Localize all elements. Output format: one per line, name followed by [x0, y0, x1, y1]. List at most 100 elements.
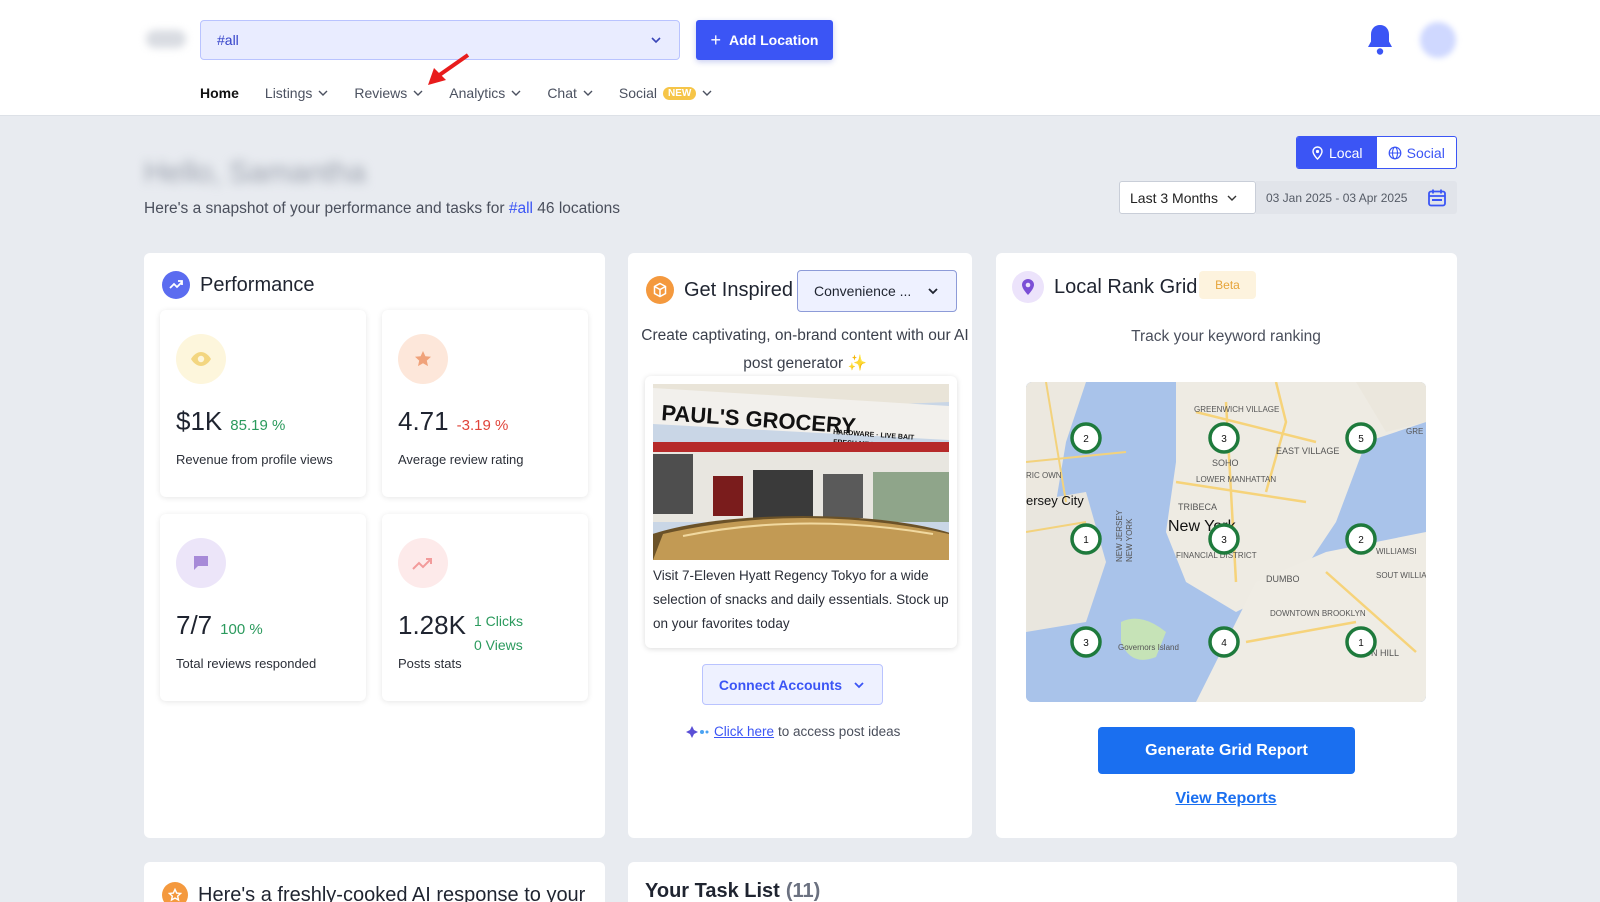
inspire-title-text: Get Inspired — [684, 278, 793, 301]
stat-rating-value: 4.71 — [398, 406, 449, 436]
chevron-down-icon — [511, 90, 521, 96]
grid-pin[interactable]: 2 — [1070, 422, 1102, 454]
date-range-value: 03 Jan 2025 - 03 Apr 2025 — [1266, 190, 1408, 205]
nav-reviews-label: Reviews — [354, 85, 408, 101]
new-badge: NEW — [663, 86, 697, 100]
brand-logo[interactable] — [146, 30, 186, 48]
nav-home-label: Home — [200, 85, 239, 101]
user-avatar[interactable] — [1420, 22, 1456, 58]
stat-value-row: 1.28K 1 Clicks 0 Views — [398, 602, 523, 657]
location-select-value: #all — [217, 32, 239, 48]
top-header: #all + Add Location Home Listings Review… — [0, 0, 1600, 116]
stat-responded-label: Total reviews responded — [176, 656, 317, 671]
trending-up-icon — [162, 271, 190, 299]
nav-chat[interactable]: Chat — [547, 85, 593, 101]
cube-icon — [646, 276, 674, 304]
grid-pin[interactable]: 3 — [1208, 523, 1240, 555]
subtitle-suffix: 46 locations — [537, 200, 621, 217]
grid-pin[interactable]: 1 — [1345, 626, 1377, 658]
stat-rating[interactable]: 4.71 -3.19 % Average review rating — [382, 310, 588, 497]
click-here-link[interactable]: Click here — [714, 724, 774, 739]
stat-value-row: $1K 85.19 % — [176, 406, 285, 437]
map-label-williamsburg: WILLIAMSI — [1376, 547, 1416, 556]
view-reports-link[interactable]: View Reports — [996, 790, 1456, 808]
grid-pin[interactable]: 1 — [1070, 523, 1102, 555]
grid-pin[interactable]: 2 — [1345, 523, 1377, 555]
add-location-button[interactable]: + Add Location — [696, 20, 833, 60]
sparkle-ai-icon — [686, 725, 709, 738]
date-preset-value: Last 3 Months — [1130, 189, 1218, 206]
map-label-east-village: EAST VILLAGE — [1276, 446, 1339, 456]
ai-response-title: Here's a freshly-cooked AI response to y… — [162, 882, 585, 902]
stat-revenue-label: Revenue from profile views — [176, 452, 333, 467]
grid-pin-rank: 1 — [1083, 535, 1089, 546]
generate-grid-report-button[interactable]: Generate Grid Report — [1098, 727, 1355, 774]
rank-grid-map[interactable]: GREENWICH VILLAGE EAST VILLAGE SOHO LOWE… — [1026, 382, 1426, 702]
stat-reviews-responded[interactable]: 7/7 100 % Total reviews responded — [160, 514, 366, 701]
grid-pin-rank: 3 — [1083, 638, 1089, 649]
map-pin-icon — [1012, 271, 1044, 303]
toggle-social[interactable]: Social — [1377, 137, 1457, 168]
date-range-picker[interactable]: 03 Jan 2025 - 03 Apr 2025 — [1256, 181, 1457, 214]
stat-posts[interactable]: 1.28K 1 Clicks 0 Views Posts stats — [382, 514, 588, 701]
subtitle-hash: #all — [508, 200, 533, 217]
posts-breakdown: 1 Clicks 0 Views — [474, 609, 523, 657]
star-icon — [398, 334, 448, 384]
toggle-social-label: Social — [1406, 144, 1445, 161]
date-preset-select[interactable]: Last 3 Months — [1119, 181, 1256, 214]
view-toggle: Local Social — [1296, 136, 1457, 169]
connect-accounts-label: Connect Accounts — [718, 676, 843, 693]
rank-grid-subtitle: Track your keyword ranking — [1131, 328, 1321, 345]
stat-revenue[interactable]: $1K 85.19 % Revenue from profile views — [160, 310, 366, 497]
grid-pin[interactable]: 5 — [1345, 422, 1377, 454]
click-here-suffix: to access post ideas — [778, 724, 901, 739]
grid-pin-rank: 3 — [1221, 434, 1227, 445]
nav-home[interactable]: Home — [200, 85, 239, 101]
task-list-title-text: Your Task List — [645, 880, 780, 902]
map-label-governors: Governors Island — [1118, 643, 1179, 652]
notification-bell-icon[interactable] — [1364, 22, 1396, 58]
performance-title-text: Performance — [200, 273, 315, 296]
chevron-down-icon — [854, 681, 864, 688]
stat-value-row: 7/7 100 % — [176, 610, 263, 641]
stat-responded-value: 7/7 — [176, 610, 213, 640]
stat-responded-change: 100 % — [220, 621, 263, 638]
plus-icon: + — [710, 30, 722, 50]
chevron-down-icon — [583, 90, 593, 96]
add-location-label: Add Location — [729, 32, 819, 48]
calendar-icon[interactable] — [1427, 188, 1447, 208]
chevron-down-icon — [318, 90, 328, 96]
grid-pin[interactable]: 3 — [1208, 422, 1240, 454]
ai-response-title-text: Here's a freshly-cooked AI response to y… — [198, 883, 586, 902]
map-label-tribeca: TRIBECA — [1178, 502, 1217, 512]
chat-bubble-icon — [176, 538, 226, 588]
task-count: (11) — [785, 880, 821, 902]
toggle-local[interactable]: Local — [1297, 137, 1377, 168]
chevron-down-icon — [928, 288, 938, 295]
grid-pin-rank: 1 — [1358, 638, 1364, 649]
subtitle-prefix: Here's a snapshot of your performance an… — [144, 200, 505, 217]
posts-clicks: 1 Clicks — [473, 613, 523, 629]
category-select-value: Convenience ... — [814, 283, 912, 299]
grid-pin-rank: 5 — [1358, 434, 1364, 445]
connect-accounts-button[interactable]: Connect Accounts — [702, 664, 883, 705]
task-list-title: Your Task List (11) — [645, 880, 820, 902]
star-badge-icon — [162, 882, 188, 902]
map-label-lower-manhattan: LOWER MANHATTAN — [1196, 475, 1276, 484]
nav-reviews[interactable]: Reviews — [354, 85, 423, 101]
grid-pin-rank: 4 — [1221, 638, 1227, 649]
nav-social-label: Social — [618, 85, 658, 101]
map-label-new-jersey: NEW JERSEY — [1115, 509, 1124, 562]
category-select[interactable]: Convenience ... — [797, 270, 957, 312]
grid-pin[interactable]: 3 — [1070, 626, 1102, 658]
post-preview-card[interactable]: PAUL'S GROCERY HARDWARE · LIVE BAIT FRES… — [645, 376, 957, 648]
toggle-local-label: Local — [1329, 144, 1363, 161]
red-pointer-arrow-icon — [428, 53, 470, 85]
grid-pin-rank: 3 — [1221, 535, 1227, 546]
inspire-description: Create captivating, on-brand content wit… — [641, 327, 969, 372]
grid-pin[interactable]: 4 — [1208, 626, 1240, 658]
chevron-down-icon — [651, 37, 661, 44]
rank-grid-title-text: Local Rank Grid — [1054, 275, 1198, 298]
nav-listings[interactable]: Listings — [265, 85, 328, 101]
nav-social[interactable]: Social NEW — [619, 85, 712, 101]
